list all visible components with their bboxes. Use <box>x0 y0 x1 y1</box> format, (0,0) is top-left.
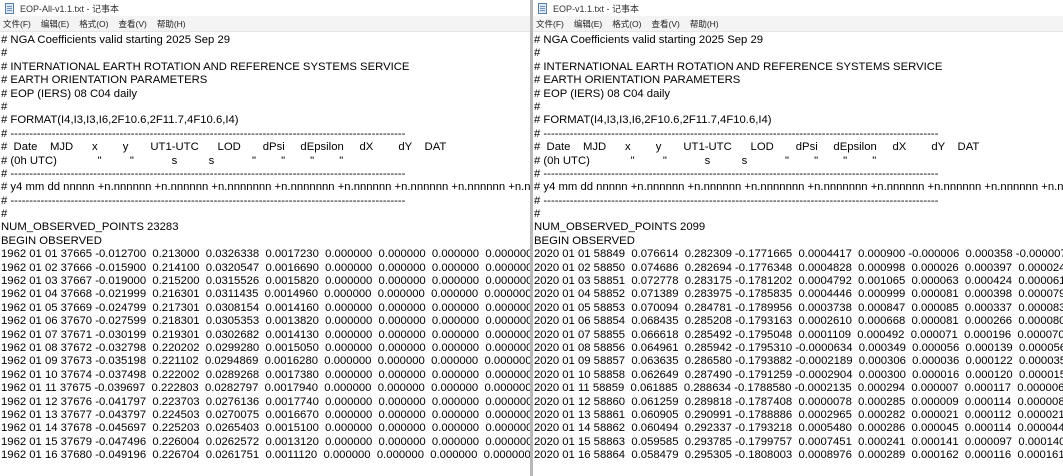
text-line: # y4 mm dd nnnnn +n.nnnnnn +n.nnnnnn +n.… <box>534 181 1063 194</box>
menu-help[interactable]: 帮助(H) <box>690 18 719 30</box>
text-line: 2020 01 11 58859 0.061885 0.288634 -0.17… <box>534 382 1063 395</box>
text-line: 2020 01 15 58863 0.059585 0.293785 -0.17… <box>534 435 1063 448</box>
text-line: 1962 01 03 37667 -0.019000 0.215200 0.03… <box>1 275 530 288</box>
menu-file[interactable]: 文件(F) <box>3 18 31 30</box>
text-line: # (0h UTC) " " s s " " " " <box>534 154 877 167</box>
text-line: # EARTH ORIENTATION PARAMETERS <box>1 74 208 87</box>
text-line: # --------------------------------------… <box>534 167 939 180</box>
menu-format[interactable]: 格式(O) <box>79 18 108 30</box>
text-line: # <box>1 100 8 113</box>
text-line: 2020 01 02 58850 0.074686 0.282694 -0.17… <box>534 261 1063 274</box>
notepad-icon <box>4 2 15 14</box>
text-line: 2020 01 08 58856 0.064961 0.285942 -0.17… <box>534 341 1063 354</box>
text-line: 1962 01 05 37669 -0.024799 0.217301 0.03… <box>1 301 530 314</box>
text-line: NUM_OBSERVED_POINTS 2099 <box>534 221 706 234</box>
text-line: 2020 01 05 58853 0.070094 0.284781 -0.17… <box>534 301 1063 314</box>
menu-file[interactable]: 文件(F) <box>536 18 564 30</box>
text-line: BEGIN OBSERVED <box>534 234 635 247</box>
text-line: 1962 01 14 37678 -0.045697 0.225203 0.02… <box>1 422 530 435</box>
menu-bar: 文件(F) 编辑(E) 格式(O) 查看(V) 帮助(H) <box>0 16 530 32</box>
text-line: # (0h UTC) " " s s " " " " <box>1 154 344 167</box>
notepad-icon <box>537 2 548 14</box>
title-bar[interactable]: EOP-v1.1.txt - 记事本 <box>533 0 1063 16</box>
text-line: # NGA Coefficients valid starting 2025 S… <box>534 34 764 46</box>
text-line: # --------------------------------------… <box>1 167 406 180</box>
text-line: 2020 01 06 58854 0.068435 0.285208 -0.17… <box>534 315 1063 328</box>
text-line: # FORMAT(I4,I3,I3,I6,2F10.6,2F11.7,4F10.… <box>534 114 772 127</box>
text-line: # EOP (IERS) 08 C04 daily <box>534 87 671 100</box>
text-line: 2020 01 12 58860 0.061259 0.289818 -0.17… <box>534 395 1063 408</box>
text-line: 1962 01 12 37676 -0.041797 0.223703 0.02… <box>1 395 530 408</box>
text-line: # NGA Coefficients valid starting 2025 S… <box>1 34 231 46</box>
text-line: 2020 01 13 58861 0.060905 0.290991 -0.17… <box>534 408 1063 421</box>
text-line: # FORMAT(I4,I3,I3,I6,2F10.6,2F11.7,4F10.… <box>1 114 239 127</box>
text-line: 1962 01 02 37666 -0.015900 0.214100 0.03… <box>1 261 530 274</box>
text-line: 1962 01 15 37679 -0.047496 0.226004 0.02… <box>1 435 530 448</box>
text-line: 1962 01 13 37677 -0.043797 0.224503 0.02… <box>1 408 530 421</box>
text-line: # <box>534 100 541 113</box>
menu-format[interactable]: 格式(O) <box>612 18 641 30</box>
text-line: # --------------------------------------… <box>534 127 939 140</box>
menu-view[interactable]: 查看(V) <box>651 18 679 30</box>
text-line: 1962 01 01 37665 -0.012700 0.213000 0.03… <box>1 248 530 261</box>
text-line: NUM_OBSERVED_POINTS 23283 <box>1 221 179 234</box>
text-editor-area[interactable]: # NGA Coefficients valid starting 2025 S… <box>533 32 1063 476</box>
text-line: 2020 01 10 58858 0.062649 0.287490 -0.17… <box>534 368 1063 381</box>
text-line: # <box>1 47 8 60</box>
text-line: 1962 01 07 37671 -0.030199 0.219301 0.03… <box>1 328 530 341</box>
text-line: # INTERNATIONAL EARTH ROTATION AND REFER… <box>1 60 410 73</box>
text-editor-area[interactable]: # NGA Coefficients valid starting 2025 S… <box>0 32 530 476</box>
text-line: 1962 01 09 37673 -0.035198 0.221102 0.02… <box>1 355 530 368</box>
text-line: # <box>534 208 541 221</box>
text-line: # <box>1 208 8 221</box>
menu-edit[interactable]: 编辑(E) <box>41 18 69 30</box>
text-line: 1962 01 10 37674 -0.037498 0.222002 0.02… <box>1 368 530 381</box>
text-line: # --------------------------------------… <box>1 194 406 207</box>
text-line: # EARTH ORIENTATION PARAMETERS <box>534 74 741 87</box>
text-line: # INTERNATIONAL EARTH ROTATION AND REFER… <box>534 60 943 73</box>
text-line: 2020 01 16 58864 0.058479 0.295305 -0.18… <box>534 449 1063 462</box>
menu-edit[interactable]: 编辑(E) <box>574 18 602 30</box>
text-line: # y4 mm dd nnnnn +n.nnnnnn +n.nnnnnn +n.… <box>1 181 530 194</box>
text-line: # --------------------------------------… <box>1 127 406 140</box>
text-line: # Date MJD x y UT1-UTC LOD dPsi dEpsilon… <box>534 141 980 154</box>
menu-view[interactable]: 查看(V) <box>118 18 146 30</box>
text-line: # <box>534 47 541 60</box>
notepad-window-right: EOP-v1.1.txt - 记事本 文件(F) 编辑(E) 格式(O) 查看(… <box>533 0 1063 476</box>
text-line: BEGIN OBSERVED <box>1 234 102 247</box>
window-title: EOP-All-v1.1.txt - 记事本 <box>20 3 120 14</box>
text-line: 1962 01 16 37680 -0.049196 0.226704 0.02… <box>1 449 530 462</box>
text-line: 2020 01 14 58862 0.060494 0.292337 -0.17… <box>534 422 1063 435</box>
text-line: 1962 01 06 37670 -0.027599 0.218301 0.03… <box>1 315 530 328</box>
title-bar[interactable]: EOP-All-v1.1.txt - 记事本 <box>0 0 530 16</box>
text-line: 1962 01 11 37675 -0.039697 0.222803 0.02… <box>1 382 530 395</box>
menu-bar: 文件(F) 编辑(E) 格式(O) 查看(V) 帮助(H) <box>533 16 1063 32</box>
text-line: 1962 01 04 37668 -0.021999 0.216301 0.03… <box>1 288 530 301</box>
text-line: # EOP (IERS) 08 C04 daily <box>1 87 138 100</box>
menu-help[interactable]: 帮助(H) <box>157 18 186 30</box>
window-title: EOP-v1.1.txt - 记事本 <box>553 3 640 14</box>
notepad-window-left: EOP-All-v1.1.txt - 记事本 文件(F) 编辑(E) 格式(O)… <box>0 0 530 476</box>
text-line: 1962 01 08 37672 -0.032798 0.220202 0.02… <box>1 341 530 354</box>
text-line: 2020 01 09 58857 0.063635 0.286580 -0.17… <box>534 355 1063 368</box>
text-line: 2020 01 04 58852 0.071389 0.283975 -0.17… <box>534 288 1063 301</box>
text-line: # --------------------------------------… <box>534 194 939 207</box>
text-line: # Date MJD x y UT1-UTC LOD dPsi dEpsilon… <box>1 141 447 154</box>
text-line: 2020 01 03 58851 0.072778 0.283175 -0.17… <box>534 275 1063 288</box>
text-line: 2020 01 01 58849 0.076614 0.282309 -0.17… <box>534 248 1063 261</box>
text-line: 2020 01 07 58855 0.066618 0.285492 -0.17… <box>534 328 1063 341</box>
